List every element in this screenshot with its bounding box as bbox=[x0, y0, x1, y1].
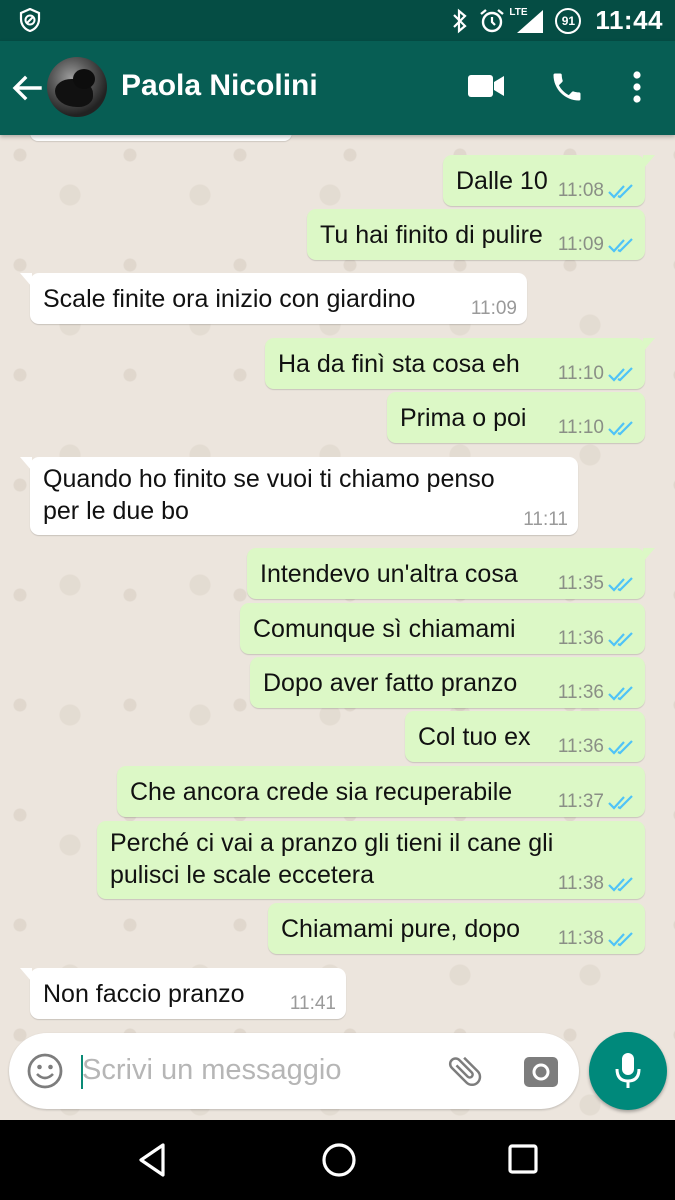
message-time: 11:11 bbox=[523, 509, 568, 530]
chat-area[interactable]: Dalle 10 11:08 Tu hai finito di pulire 1… bbox=[0, 135, 675, 1120]
message-text: Comunque sì chiamami bbox=[253, 615, 516, 643]
read-ticks-icon bbox=[608, 794, 633, 810]
read-ticks-icon bbox=[608, 739, 633, 755]
message-time: 11:10 bbox=[557, 363, 604, 384]
nav-back-icon[interactable] bbox=[136, 1142, 168, 1178]
mic-icon bbox=[615, 1053, 641, 1088]
message-text: Che ancora crede sia recuperabile bbox=[130, 778, 513, 806]
read-ticks-icon bbox=[608, 366, 633, 382]
read-ticks-icon bbox=[608, 420, 633, 436]
message-outgoing[interactable]: Dalle 10 11:08 bbox=[443, 155, 655, 206]
message-text: Dalle 10 bbox=[456, 167, 548, 195]
nav-recents-icon[interactable] bbox=[507, 1142, 539, 1176]
network-label: LTE bbox=[509, 6, 528, 18]
message-time: 11:35 bbox=[557, 573, 604, 594]
message-time: 11:08 bbox=[557, 180, 604, 201]
message-text: Tu hai finito di pulire bbox=[320, 221, 543, 249]
message-time: 11:09 bbox=[557, 234, 604, 255]
message-time: 11:38 bbox=[557, 873, 604, 894]
message-time: 11:09 bbox=[470, 298, 517, 319]
alarm-icon bbox=[480, 8, 505, 32]
message-time: 11:36 bbox=[557, 628, 604, 649]
message-outgoing[interactable]: Perché ci vai a pranzo gli tieni il cane… bbox=[97, 821, 645, 899]
battery-icon: 91 bbox=[555, 7, 582, 34]
message-outgoing[interactable]: Prima o poi 11:10 bbox=[387, 392, 645, 443]
read-ticks-icon bbox=[608, 183, 633, 199]
status-time: 11:44 bbox=[595, 5, 663, 35]
status-bar: LTE 91 11:44 bbox=[0, 0, 675, 41]
more-vert-icon[interactable] bbox=[630, 69, 644, 105]
read-ticks-icon bbox=[608, 685, 633, 701]
mic-button[interactable] bbox=[589, 1032, 667, 1110]
message-outgoing[interactable]: Ha da finì sta cosa eh 11:10 bbox=[265, 338, 655, 389]
avatar[interactable] bbox=[47, 57, 107, 117]
read-ticks-icon bbox=[608, 876, 633, 892]
message-text: Non faccio pranzo bbox=[43, 980, 245, 1008]
read-ticks-icon bbox=[608, 576, 633, 592]
previous-message-bubble bbox=[30, 135, 292, 141]
nav-home-icon[interactable] bbox=[321, 1142, 357, 1178]
battery-level: 91 bbox=[561, 13, 576, 28]
emoji-icon[interactable] bbox=[26, 1052, 64, 1090]
message-text: Dopo aver fatto pranzo bbox=[263, 669, 518, 697]
message-text-line-2: per le due bo bbox=[43, 497, 189, 525]
message-outgoing[interactable]: Col tuo ex 11:36 bbox=[405, 711, 645, 762]
message-incoming[interactable]: Scale finite ora inizio con giardino 11:… bbox=[20, 273, 527, 324]
chat-header: Paola Nicolini bbox=[0, 41, 675, 135]
contact-name[interactable]: Paola Nicolini bbox=[121, 69, 318, 103]
read-ticks-icon bbox=[608, 237, 633, 253]
message-text-line-1: Perché ci vai a pranzo gli tieni il cane… bbox=[110, 829, 554, 857]
message-input-placeholder[interactable]: Scrivi un messaggio bbox=[82, 1054, 342, 1087]
message-composer[interactable]: Scrivi un messaggio bbox=[9, 1033, 579, 1109]
read-ticks-icon bbox=[608, 931, 633, 947]
shield-icon bbox=[19, 8, 41, 32]
bluetooth-icon bbox=[453, 8, 468, 33]
phone-icon[interactable] bbox=[549, 69, 585, 105]
avatar-dog-head bbox=[73, 69, 95, 89]
message-outgoing[interactable]: Che ancora crede sia recuperabile 11:37 bbox=[117, 766, 645, 817]
system-nav-bar bbox=[0, 1120, 675, 1200]
message-text: Scale finite ora inizio con giardino bbox=[43, 285, 416, 313]
message-text: Prima o poi bbox=[400, 404, 527, 432]
message-incoming[interactable]: Non faccio pranzo 11:41 bbox=[20, 968, 346, 1019]
message-outgoing[interactable]: Dopo aver fatto pranzo 11:36 bbox=[250, 657, 645, 708]
camera-icon[interactable] bbox=[522, 1053, 560, 1089]
message-text: Col tuo ex bbox=[418, 723, 531, 751]
lte-signal-icon: LTE bbox=[509, 7, 545, 34]
video-call-icon[interactable] bbox=[467, 73, 505, 99]
message-text: Chiamami pure, dopo bbox=[281, 915, 521, 943]
message-time: 11:37 bbox=[557, 791, 604, 812]
message-outgoing[interactable]: Comunque sì chiamami 11:36 bbox=[240, 603, 645, 654]
message-time: 11:36 bbox=[557, 682, 604, 703]
message-time: 11:41 bbox=[289, 993, 336, 1014]
back-arrow-icon[interactable] bbox=[10, 71, 44, 105]
attach-icon[interactable] bbox=[445, 1051, 485, 1091]
message-incoming[interactable]: Quando ho finito se vuoi ti chiamo penso… bbox=[20, 457, 578, 535]
read-ticks-icon bbox=[608, 631, 633, 647]
message-outgoing[interactable]: Tu hai finito di pulire 11:09 bbox=[307, 209, 645, 260]
message-text: Intendevo un'altra cosa bbox=[260, 560, 518, 588]
message-text-line-1: Quando ho finito se vuoi ti chiamo penso bbox=[43, 465, 495, 493]
message-time: 11:38 bbox=[557, 928, 604, 949]
message-time: 11:36 bbox=[557, 736, 604, 757]
message-outgoing[interactable]: Intendevo un'altra cosa 11:35 bbox=[247, 548, 655, 599]
message-time: 11:10 bbox=[557, 417, 604, 438]
message-text-line-2: pulisci le scale eccetera bbox=[110, 861, 375, 889]
message-text: Ha da finì sta cosa eh bbox=[278, 350, 520, 378]
message-outgoing[interactable]: Chiamami pure, dopo 11:38 bbox=[268, 903, 645, 954]
